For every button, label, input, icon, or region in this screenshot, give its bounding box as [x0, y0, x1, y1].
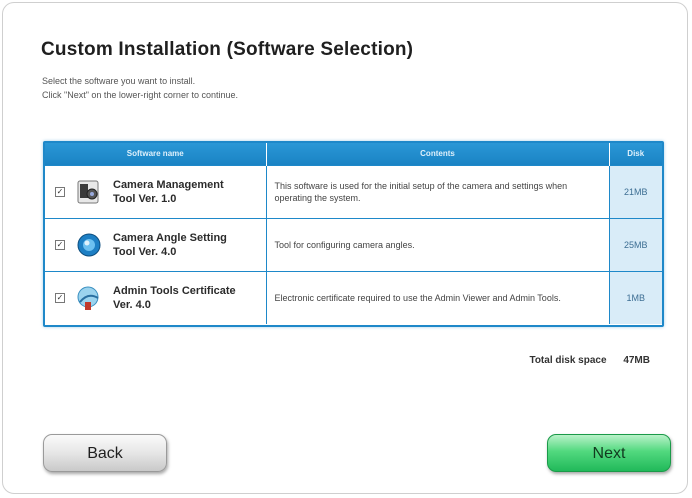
software-name-line-2: Ver. 4.0	[113, 298, 151, 311]
instruction-line-2: Click "Next" on the lower-right corner t…	[42, 90, 238, 100]
software-name-line-2: Tool Ver. 4.0	[113, 245, 177, 258]
contents-cell: Electronic certificate required to use t…	[266, 270, 610, 324]
page-title: Custom Installation (Software Selection)	[41, 39, 414, 60]
instruction-line-1: Select the software you want to install.	[42, 76, 196, 86]
header-contents: Contents	[266, 143, 610, 165]
software-name-line-1: Admin Tools Certificate	[113, 284, 236, 297]
software-table: Software name Contents Disk ✓ Camera Man…	[43, 141, 664, 327]
disk-cell: 25MB	[609, 217, 662, 271]
software-name-cell: ✓ Admin Tools Certificate Ver. 4.0	[45, 270, 267, 324]
software-name-cell: ✓ Camera Management Tool Ver. 1.0	[45, 164, 267, 218]
contents-cell: This software is used for the initial se…	[266, 164, 610, 218]
total-disk-space-value: 47MB	[623, 355, 650, 366]
table-row: ✓ Camera Management Tool Ver. 1.0 This s…	[45, 164, 662, 218]
software-name-line-2: Tool Ver. 1.0	[113, 192, 177, 205]
software-name-line-1: Camera Angle Setting	[113, 231, 227, 244]
select-checkbox-camera-angle[interactable]: ✓	[55, 239, 65, 250]
disk-cell: 21MB	[609, 164, 662, 218]
disk-cell: 1MB	[609, 270, 662, 324]
table-row: ✓ Admin Tools Certificate Ver. 4.0 Elect…	[45, 270, 662, 324]
select-checkbox-admin-certificate[interactable]: ✓	[55, 292, 65, 303]
camera-management-icon	[77, 180, 99, 203]
camera-angle-icon	[77, 233, 101, 256]
table-row: ✓ Camera Angle Setting Tool Ver. 4.0 Too…	[45, 217, 662, 271]
installer-window: Custom Installation (Software Selection)…	[2, 2, 688, 494]
select-checkbox-camera-management[interactable]: ✓	[55, 186, 65, 197]
back-button[interactable]: Back	[43, 434, 167, 472]
table-header-row: Software name Contents Disk	[45, 143, 662, 165]
next-button[interactable]: Next	[547, 434, 671, 472]
header-disk: Disk	[609, 143, 662, 165]
contents-cell: Tool for configuring camera angles.	[266, 217, 610, 271]
total-disk-space-label: Total disk space	[529, 355, 607, 366]
certificate-icon	[77, 286, 99, 310]
header-software-name: Software name	[45, 143, 267, 165]
software-name-cell: ✓ Camera Angle Setting Tool Ver. 4.0	[45, 217, 267, 271]
total-disk-space: Total disk space 47MB	[529, 355, 650, 366]
software-name-line-1: Camera Management	[113, 178, 224, 191]
